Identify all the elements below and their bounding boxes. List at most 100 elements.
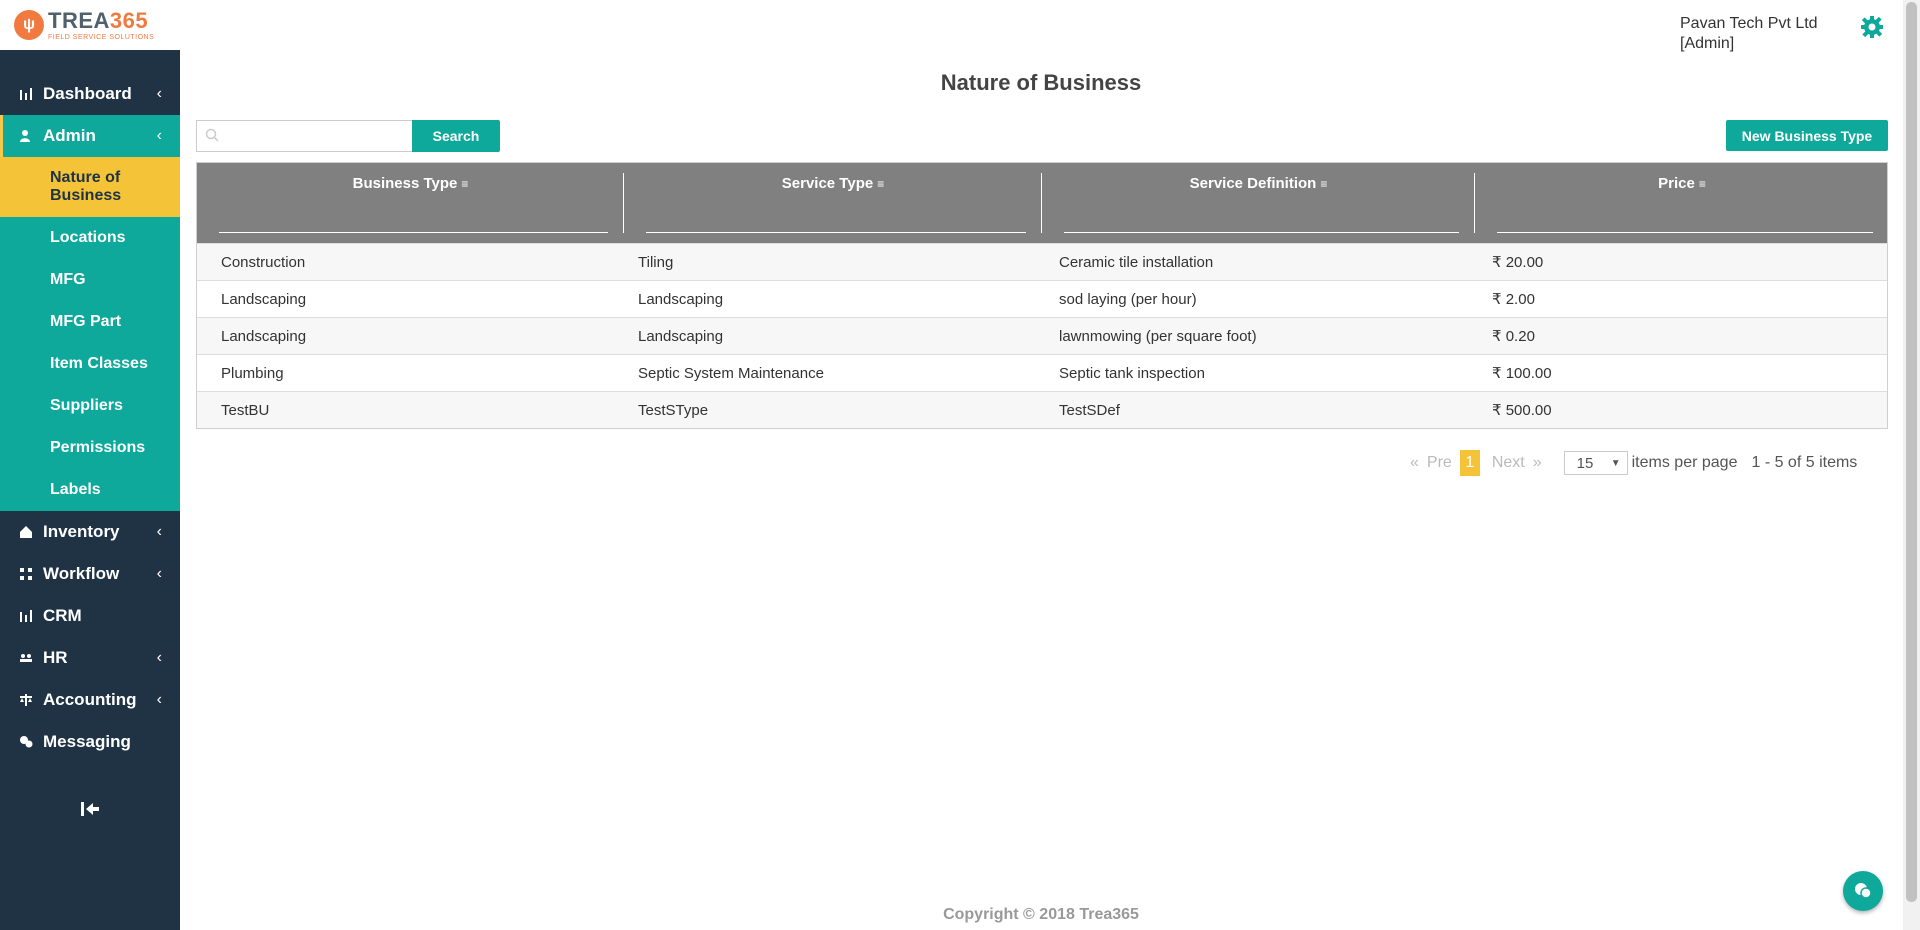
collapse-sidebar-icon[interactable] xyxy=(0,800,180,823)
sort-ascending-icon[interactable]: ≡ xyxy=(461,177,468,191)
table-row[interactable]: Landscaping Landscaping sod laying (per … xyxy=(197,280,1887,317)
logo-icon: ψ xyxy=(14,10,44,40)
sidebar-item-label: HR xyxy=(43,648,68,667)
column-header-price[interactable]: Price ≡ xyxy=(1475,163,1889,243)
page-size-select[interactable]: 15 ▼ xyxy=(1563,451,1628,475)
cell-business-type: Construction xyxy=(221,253,306,271)
submenu-item-locations[interactable]: Locations xyxy=(0,217,180,259)
submenu-item-permissions[interactable]: Permissions xyxy=(0,427,180,469)
chevron-down-icon: ▼ xyxy=(1610,457,1621,469)
table-row[interactable]: Landscaping Landscaping lawnmowing (per … xyxy=(197,317,1887,354)
column-header-business-type[interactable]: Business Type ≡ xyxy=(197,163,624,243)
submenu-item-nature-of-business[interactable]: Nature of Business xyxy=(0,157,180,217)
bar-chart-icon xyxy=(18,86,34,102)
table-row[interactable]: Construction Tiling Ceramic tile install… xyxy=(197,243,1887,280)
column-filter-input[interactable] xyxy=(1064,232,1459,233)
cell-price: ₹ 2.00 xyxy=(1492,291,1535,308)
user-icon xyxy=(18,128,34,144)
table-header: Business Type ≡ Service Type ≡ Service Def… xyxy=(197,163,1887,243)
cell-service-definition: lawnmowing (per square foot) xyxy=(1059,327,1257,345)
company-name: Pavan Tech Pvt Ltd xyxy=(1680,15,1818,32)
items-per-page-label: items per page xyxy=(1631,454,1738,471)
submenu-item-item-classes[interactable]: Item Classes xyxy=(0,343,180,385)
user-role: [Admin] xyxy=(1680,35,1735,52)
sidebar-item-crm[interactable]: CRM xyxy=(0,595,180,637)
sidebar-item-messaging[interactable]: Messaging xyxy=(0,721,180,763)
sidebar-item-label: Inventory xyxy=(43,522,120,541)
sort-icon[interactable]: ≡ xyxy=(1320,177,1327,191)
sort-icon[interactable]: ≡ xyxy=(877,177,884,191)
cell-business-type: Landscaping xyxy=(221,290,307,308)
column-filter-input[interactable] xyxy=(1497,232,1873,233)
next-page-button[interactable]: Next xyxy=(1492,454,1525,472)
chevron-left-icon: ‹ xyxy=(156,523,162,540)
sidebar-item-inventory[interactable]: Inventory ‹ xyxy=(0,511,180,553)
logo[interactable]: ψ TREA365 FIELD SERVICE SOLUTIONS xyxy=(0,0,180,50)
submenu-item-mfg-part[interactable]: MFG Part xyxy=(0,301,180,343)
sidebar-item-label: Dashboard xyxy=(43,84,132,103)
table-row[interactable]: TestBU TestSType TestSDef ₹ 500.00 xyxy=(197,391,1887,428)
column-header-service-definition[interactable]: Service Definition ≡ xyxy=(1042,163,1475,243)
last-page-button[interactable]: » xyxy=(1533,454,1542,472)
cell-service-type: Landscaping xyxy=(638,327,724,345)
sidebar-item-label: Accounting xyxy=(43,690,137,709)
chat-icon[interactable] xyxy=(1843,871,1883,911)
column-header-label: Service Definition xyxy=(1189,175,1317,192)
pagination: « Pre 1 Next » 15 ▼ items per page 1 - 5… xyxy=(1410,450,1857,476)
sidebar: ψ TREA365 FIELD SERVICE SOLUTIONS Dashbo… xyxy=(0,0,180,930)
current-page-button[interactable]: 1 xyxy=(1459,450,1480,476)
pagination-info: 1 - 5 of 5 items xyxy=(1751,454,1858,471)
admin-submenu: Nature of Business Locations MFG MFG Par… xyxy=(0,157,180,511)
search-input[interactable] xyxy=(196,120,412,152)
cell-service-definition: Ceramic tile installation xyxy=(1059,253,1214,271)
user-info[interactable]: Pavan Tech Pvt Ltd [Admin] xyxy=(1680,14,1818,54)
logo-name-part2: 365 xyxy=(109,7,149,33)
cell-service-definition: TestSDef xyxy=(1059,401,1120,419)
cell-service-definition: Septic tank inspection xyxy=(1059,364,1205,382)
column-header-service-type[interactable]: Service Type ≡ xyxy=(624,163,1042,243)
sort-icon[interactable]: ≡ xyxy=(1699,177,1706,191)
chevron-left-icon: ‹ xyxy=(156,691,162,708)
first-page-button[interactable]: « xyxy=(1410,454,1419,472)
page-title: Nature of Business xyxy=(940,70,1142,95)
submenu-item-labels[interactable]: Labels xyxy=(0,469,180,511)
column-header-label: Service Type xyxy=(781,175,874,192)
cell-service-type: Landscaping xyxy=(638,290,724,308)
scale-icon xyxy=(18,692,34,708)
cell-service-definition: sod laying (per hour) xyxy=(1059,290,1197,308)
cell-price: ₹ 100.00 xyxy=(1492,365,1552,382)
search-button[interactable]: Search xyxy=(412,120,500,152)
sidebar-item-hr[interactable]: HR ‹ xyxy=(0,637,180,679)
cell-price: ₹ 0.20 xyxy=(1492,328,1535,345)
column-header-label: Price xyxy=(1658,175,1695,192)
page-size-value: 15 xyxy=(1576,454,1594,472)
submenu-item-suppliers[interactable]: Suppliers xyxy=(0,385,180,427)
column-filter-input[interactable] xyxy=(646,232,1026,233)
sidebar-item-dashboard[interactable]: Dashboard ‹ xyxy=(0,73,180,115)
column-filter-input[interactable] xyxy=(219,232,608,233)
sidebar-item-accounting[interactable]: Accounting ‹ xyxy=(0,679,180,721)
cell-business-type: Landscaping xyxy=(221,327,307,345)
sidebar-item-label: CRM xyxy=(43,606,82,625)
new-business-type-button[interactable]: New Business Type xyxy=(1726,120,1888,151)
sidebar-item-workflow[interactable]: Workflow ‹ xyxy=(0,553,180,595)
prev-page-button[interactable]: Pre xyxy=(1427,454,1452,472)
bar-chart-icon xyxy=(18,608,34,624)
table-row[interactable]: Plumbing Septic System Maintenance Septi… xyxy=(197,354,1887,391)
chevron-left-icon: ‹ xyxy=(156,649,162,666)
business-type-table: Business Type ≡ Service Type ≡ Service Def… xyxy=(196,162,1888,429)
logo-name-part1: TREA xyxy=(48,7,110,33)
chevron-left-icon: ‹ xyxy=(156,85,162,102)
table-body: Construction Tiling Ceramic tile install… xyxy=(197,243,1887,428)
gear-icon[interactable] xyxy=(1860,15,1884,39)
scrollbar-thumb[interactable] xyxy=(1906,2,1917,902)
workflow-icon xyxy=(18,566,34,582)
sidebar-item-label: Workflow xyxy=(43,564,120,583)
search-bar: Search xyxy=(196,120,500,152)
sidebar-item-admin[interactable]: Admin ‹ xyxy=(0,115,180,157)
sidebar-item-label: Messaging xyxy=(43,732,131,751)
cell-price: ₹ 500.00 xyxy=(1492,402,1552,419)
cell-service-type: TestSType xyxy=(638,401,709,419)
vertical-scrollbar[interactable] xyxy=(1903,0,1920,930)
submenu-item-mfg[interactable]: MFG xyxy=(0,259,180,301)
